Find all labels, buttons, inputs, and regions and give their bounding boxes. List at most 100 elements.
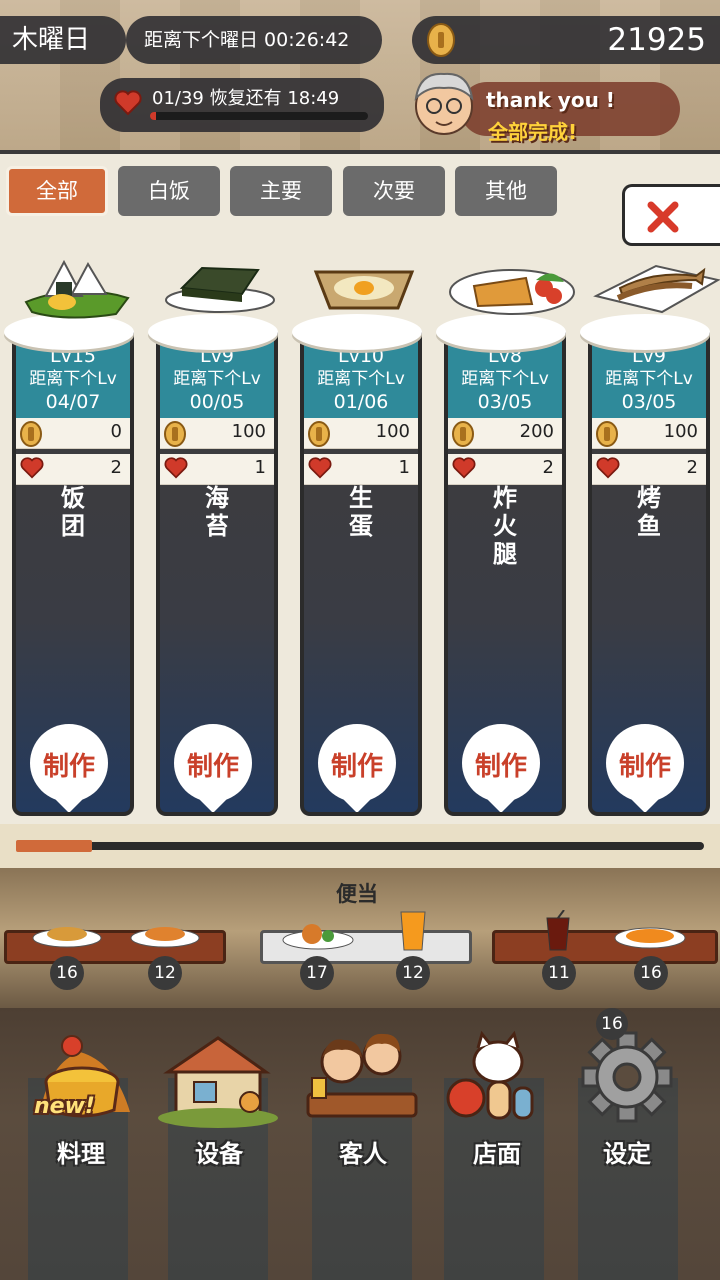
scroll-thumb[interactable]	[16, 840, 92, 852]
stamina-text: 01/39 恢复还有 18:49	[152, 88, 340, 109]
coin-icon	[308, 421, 330, 451]
dish-card[interactable]: Lv15 距离下个Lv 04/07 0 2 饭团 制作	[4, 259, 140, 816]
stamina-bar	[150, 112, 368, 120]
settings-count-badge: 16	[596, 1008, 628, 1040]
chef-portrait-icon	[414, 72, 474, 135]
dish-column: Lv10 距离下个Lv 01/06 100 1 生蛋 制作	[300, 332, 422, 816]
heart-icon	[452, 457, 476, 483]
dish-coin-value: 100	[231, 421, 266, 442]
dish-name: 烤鱼	[637, 484, 661, 540]
fried-food-icon	[32, 927, 102, 948]
nav-settings-label: 设定	[603, 1140, 651, 1168]
dish-coin-value: 100	[663, 421, 698, 442]
dish-coin-value: 100	[375, 421, 410, 442]
dish-card[interactable]: Lv9 距离下个Lv 00/05 100 1 海苔 制作	[148, 266, 284, 816]
fried-rice-icon	[614, 927, 686, 949]
bento-counter: 便当 16 12 17 12 11 16	[0, 868, 720, 1008]
heart-row: 2	[448, 454, 562, 485]
gear-icon	[581, 1031, 673, 1123]
coin-icon	[20, 421, 42, 451]
make-label: 制作	[618, 752, 671, 782]
dish-column: Lv9 距离下个Lv 03/05 100 2 烤鱼 制作	[588, 332, 710, 816]
nav-settings[interactable]: 设定	[560, 1008, 694, 1168]
seaweed-icon	[165, 266, 275, 313]
next-level-label: 距离下个Lv	[605, 369, 693, 389]
level-progress: 04/07	[45, 391, 101, 413]
make-button[interactable]: 制作	[318, 724, 396, 802]
dish-column: Lv9 距离下个Lv 00/05 100 1 海苔 制作	[156, 332, 278, 816]
coin-row: 100	[304, 418, 418, 449]
dish-image	[160, 252, 280, 326]
coin-row: 100	[160, 418, 274, 449]
dish-image	[592, 252, 720, 326]
recipe-scrollbar[interactable]	[16, 840, 704, 852]
dish-image	[448, 252, 578, 326]
coin-icon	[426, 22, 456, 62]
recipe-panel: 全部 白饭 主要 次要 其他 Lv15 距离下个Lv 04/07 0 2 饭团 …	[0, 150, 720, 824]
weekday-label: 木曜日	[0, 16, 126, 64]
make-label: 制作	[474, 752, 527, 782]
onigiri-icon	[24, 259, 130, 319]
tab-side[interactable]: 次要	[343, 166, 445, 216]
nav-customers-label: 客人	[339, 1140, 387, 1168]
dish-name: 饭团	[61, 484, 85, 540]
stamina-box: 01/39 恢复还有 18:49	[100, 78, 384, 132]
karaage-icon	[130, 927, 200, 948]
dish-card[interactable]: Lv9 距离下个Lv 03/05 100 2 烤鱼 制作	[580, 264, 720, 816]
make-button[interactable]: 制作	[462, 724, 540, 802]
tab-other[interactable]: 其他	[455, 166, 557, 216]
dish-name: 生蛋	[349, 484, 373, 540]
make-button[interactable]: 制作	[606, 724, 684, 802]
dish-card[interactable]: Lv10 距离下个Lv 01/06 100 1 生蛋 制作	[292, 270, 428, 816]
tab-all[interactable]: 全部	[6, 166, 108, 216]
heart-icon	[596, 457, 620, 483]
heart-icon	[164, 457, 188, 483]
thank-you-banner[interactable]: thank you ! 全部完成!	[400, 62, 690, 152]
stamina-fill	[150, 112, 156, 120]
nav-equipment[interactable]: 设备	[152, 1008, 286, 1168]
heart-row: 2	[16, 454, 130, 485]
new-badge: new!	[34, 1094, 95, 1119]
level-progress: 00/05	[189, 391, 245, 413]
dish-name: 海苔	[205, 484, 229, 540]
bento-count: 16	[634, 956, 668, 990]
dish-column: Lv8 距离下个Lv 03/05 200 2 炸火腿 制作	[444, 332, 566, 816]
make-label: 制作	[330, 752, 383, 782]
bento-count: 16	[50, 956, 84, 990]
grilled-fish-icon	[593, 264, 720, 314]
bento-count: 17	[300, 956, 334, 990]
heart-row: 1	[304, 454, 418, 485]
nav-cooking-label: 料理	[57, 1140, 105, 1168]
heart-icon	[308, 457, 332, 483]
dish-card[interactable]: Lv8 距离下个Lv 03/05 200 2 炸火腿 制作	[436, 269, 575, 816]
close-button[interactable]	[622, 184, 720, 246]
coin-row: 200	[448, 418, 562, 449]
dish-heart-value: 2	[110, 457, 122, 478]
dish-image	[16, 252, 136, 326]
shop-house-icon	[158, 1036, 278, 1128]
dish-heart-value: 1	[398, 457, 410, 478]
next-level-label: 距离下个Lv	[173, 369, 261, 389]
nav-shopfront[interactable]: 店面	[430, 1008, 564, 1168]
dish-heart-value: 2	[542, 457, 554, 478]
nav-customers[interactable]: 客人	[296, 1008, 430, 1168]
make-button[interactable]: 制作	[30, 724, 108, 802]
coin-icon	[596, 421, 618, 451]
make-label: 制作	[186, 752, 239, 782]
heart-row: 1	[160, 454, 274, 485]
close-icon	[647, 201, 679, 233]
dish-column: Lv15 距离下个Lv 04/07 0 2 饭团 制作	[12, 332, 134, 816]
heart-icon	[20, 457, 44, 483]
make-button[interactable]: 制作	[174, 724, 252, 802]
customers-icon	[306, 1033, 418, 1118]
all-complete-text: 全部完成!	[488, 120, 578, 144]
level-progress: 03/05	[477, 391, 533, 413]
next-level-label: 距离下个Lv	[29, 369, 117, 389]
tab-main[interactable]: 主要	[230, 166, 332, 216]
make-label: 制作	[42, 752, 95, 782]
tab-rice[interactable]: 白饭	[118, 166, 220, 216]
nav-shopfront-label: 店面	[473, 1140, 521, 1168]
level-progress: 03/05	[621, 391, 677, 413]
fried-ham-icon	[449, 269, 575, 315]
nav-cooking[interactable]: new! 料理	[14, 1008, 148, 1168]
